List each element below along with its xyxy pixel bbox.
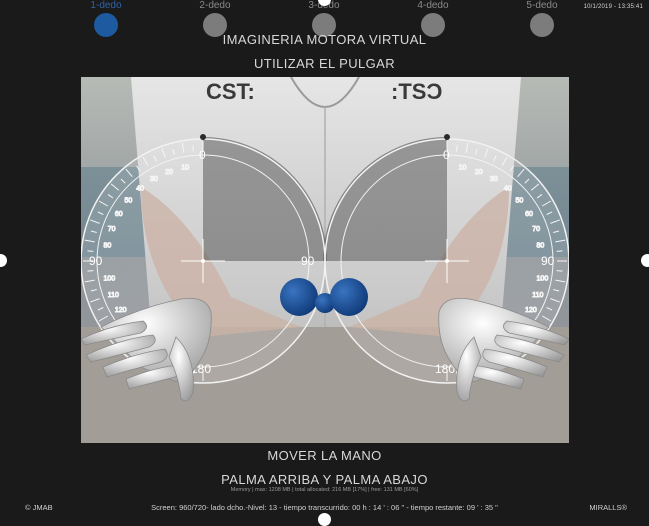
memory-status: Memory | max: 1208 MB | total allocated:…: [230, 487, 419, 493]
left-ball: [280, 278, 318, 316]
dial-tick: [192, 145, 194, 152]
finger-tab-label: 1-dedo: [90, 0, 122, 11]
dial-tick-label: 70: [532, 226, 540, 233]
instruction-line-2: PALMA ARRIBA Y PALMA ABAJO: [221, 472, 428, 487]
logo-left: CST:: [206, 79, 255, 104]
dial-tick-label: 110: [108, 292, 119, 299]
instruction-line-1: MOVER LA MANO: [267, 448, 382, 463]
datetime: 10/1/2019 - 13:35:41: [583, 4, 643, 10]
dial-tick-label: 120: [115, 307, 127, 314]
dial-tick-label: 30: [150, 176, 158, 183]
session-status: Screen: 960/720- lado dcho.-Nivel: 13 - …: [151, 503, 498, 512]
dial-tick-label: 40: [136, 185, 144, 192]
dial-tick: [87, 270, 94, 272]
right-edge-dot: [641, 254, 649, 267]
dial-tick: [87, 250, 94, 252]
dial-tick: [556, 250, 563, 252]
task-subtitle: UTILIZAR EL PULGAR: [253, 56, 396, 71]
scene-illustration: CST: :TSƆ 102030405060708010011012013014…: [81, 77, 569, 443]
brand-name: MIRALLS®: [589, 503, 627, 512]
dial-tick: [556, 270, 563, 272]
dial-tick-label: 100: [537, 276, 549, 283]
left-edge-dot: [0, 254, 7, 267]
finger-tab-label: 4-dedo: [417, 0, 449, 11]
right-dial-label-0: 0: [443, 148, 450, 162]
right-dial-label-90: 90: [541, 254, 555, 268]
left-dial-label-0: 0: [199, 148, 206, 162]
finger-tab-label: 5-dedo: [526, 0, 558, 11]
dial-tick-label: 40: [504, 185, 512, 192]
left-dial-label-90: 90: [89, 254, 103, 268]
dial-tick-label: 100: [103, 276, 115, 283]
left-dial-label-90b: 90: [301, 254, 315, 268]
dial-tick-label: 80: [537, 242, 545, 249]
dial-tick-label: 20: [475, 169, 483, 176]
dial-tick-label: 120: [525, 307, 537, 314]
dial-tick-label: 110: [532, 292, 543, 299]
dial-tick-label: 10: [181, 164, 189, 171]
right-ball: [330, 278, 368, 316]
dial-tick-label: 60: [115, 211, 123, 218]
logo-right: :TSƆ: [391, 79, 442, 104]
dial-tick-label: 30: [490, 176, 498, 183]
dial-tick-label: 10: [459, 164, 467, 171]
dial-tick: [456, 145, 458, 152]
dial-tick-label: 50: [124, 197, 132, 204]
dial-tick-label: 70: [108, 226, 116, 233]
exercise-scene: CST: :TSƆ 102030405060708010011012013014…: [81, 77, 569, 443]
dial-tick-label: 50: [516, 197, 524, 204]
dial-tick-label: 80: [103, 242, 111, 249]
app-title: IMAGINERIA MOTORA VIRTUAL: [222, 32, 427, 47]
finger-tab-label: 2-dedo: [199, 0, 231, 11]
dial-tick-label: 60: [525, 211, 533, 218]
dial-tick-label: 20: [165, 169, 173, 176]
